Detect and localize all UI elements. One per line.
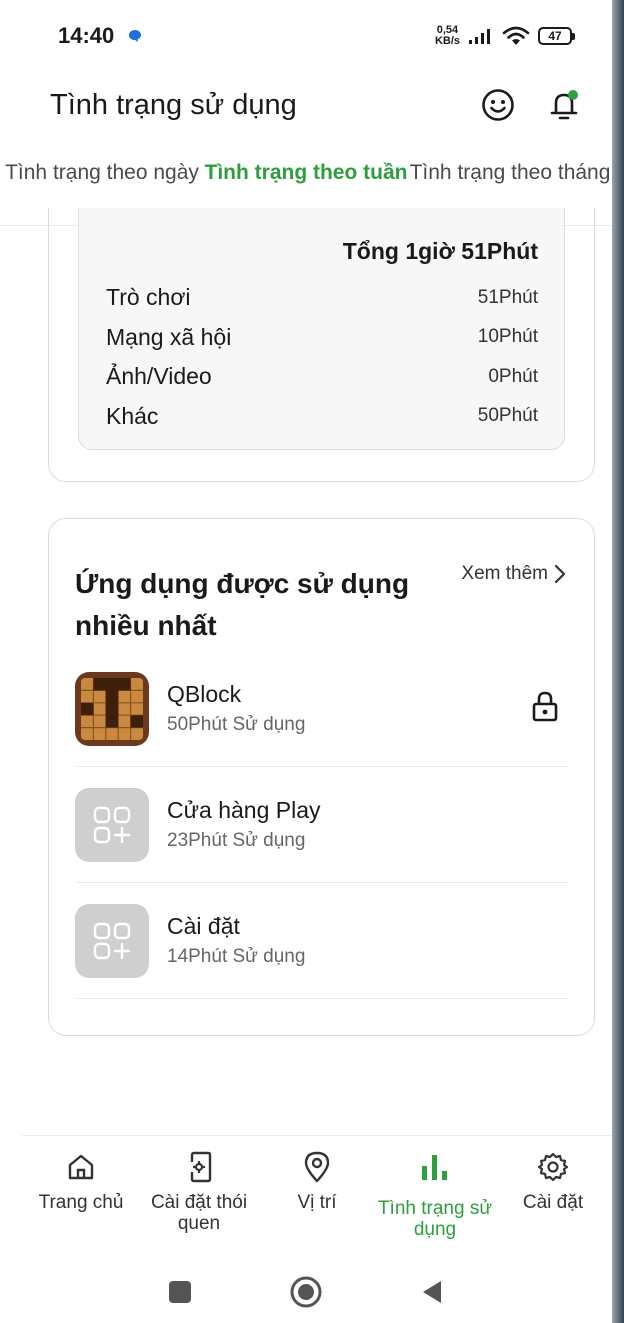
list-item[interactable]: Cài đặt 14Phút Sử dụng (75, 883, 568, 999)
location-pin-icon (300, 1150, 334, 1184)
see-more-link[interactable]: Xem thêm (461, 563, 566, 585)
category-row: Mạng xã hội 10Phút (106, 318, 538, 358)
list-item[interactable]: Cửa hàng Play 23Phút Sử dụng (75, 767, 568, 883)
recents-button[interactable] (162, 1274, 198, 1310)
home-system-button[interactable] (288, 1274, 324, 1310)
app-name: Cửa hàng Play (167, 797, 321, 823)
page-title: Tình trạng sử dụng (50, 88, 297, 121)
lock-icon (532, 691, 558, 722)
category-name: Mạng xã hội (106, 323, 232, 350)
smiley-icon (482, 89, 514, 121)
app-text: QBlock 50Phút Sử dụng (167, 681, 305, 736)
notifications-button[interactable] (546, 87, 582, 123)
most-used-title: Ứng dụng được sử dụng nhiều nhất (75, 568, 410, 641)
category-name: Trò chơi (106, 284, 191, 311)
app-placeholder-icon (75, 787, 149, 862)
chevron-right-icon (554, 564, 566, 584)
feedback-button[interactable] (480, 87, 516, 123)
app-usage: 14Phút Sử dụng (167, 946, 306, 967)
nav-home[interactable]: Trang chủ (22, 1136, 140, 1253)
see-more-label: Xem thêm (461, 563, 548, 584)
circle-icon (290, 1276, 322, 1307)
app-text: Cài đặt 14Phút Sử dụng (167, 913, 305, 968)
screen-edge (612, 0, 624, 1323)
app-usage: 23Phút Sử dụng (167, 830, 306, 851)
lock-app-button[interactable] (528, 689, 562, 723)
status-bar: 14:40 0,54 KB/s 47 (0, 0, 612, 72)
app-bar-actions (480, 87, 582, 123)
category-value: 10Phút (477, 326, 538, 348)
category-row: Trò chơi 51Phút (106, 278, 538, 318)
category-name: Ảnh/Video (106, 363, 212, 390)
nav-label: Trang chủ (38, 1192, 124, 1213)
network-speed-unit: KB/s (434, 35, 460, 47)
app-name: Cài đặt (167, 913, 240, 939)
app-bar: Tình trạng sử dụng (0, 72, 612, 138)
gear-icon (536, 1150, 570, 1184)
nav-label: Vị trí (297, 1192, 337, 1213)
back-button[interactable] (414, 1274, 450, 1310)
app-placeholder-icon (75, 903, 149, 978)
nav-location[interactable]: Vị trí (258, 1136, 376, 1253)
triangle-back-icon (423, 1280, 441, 1303)
total-usage: Tổng 1giờ 51Phút (342, 238, 538, 264)
bar-chart-icon (418, 1150, 452, 1184)
nav-usage-status[interactable]: Tình trạng sử dụng (376, 1136, 494, 1253)
nav-habit-settings[interactable]: Cài đặt thói quen (140, 1136, 258, 1253)
status-indicators: 0,54 KB/s 47 (435, 25, 575, 47)
network-speed: 0,54 KB/s (435, 25, 460, 47)
category-value: 0Phút (488, 365, 538, 387)
status-time: 14:40 (58, 23, 115, 48)
square-icon (169, 1280, 191, 1303)
nav-settings[interactable]: Cài đặt (494, 1136, 612, 1253)
app-text: Cửa hàng Play 23Phút Sử dụng (167, 797, 321, 852)
system-navigation (0, 1260, 612, 1323)
signal-icon (469, 29, 490, 44)
category-row: Khác 50Phút (106, 397, 538, 437)
app-name: QBlock (167, 681, 242, 707)
nav-label: Cài đặt thói quen (150, 1192, 248, 1234)
category-row: Ảnh/Video 0Phút (106, 357, 538, 397)
list-item[interactable]: QBlock 50Phút Sử dụng (75, 651, 568, 767)
category-list: Trò chơi 51Phút Mạng xã hội 10Phút Ảnh/V… (106, 278, 538, 436)
battery-indicator: 47 (538, 27, 575, 45)
app-usage: 50Phút Sử dụng (167, 714, 306, 735)
home-icon (64, 1150, 98, 1184)
message-notification-icon (129, 30, 142, 42)
category-name: Khác (106, 402, 159, 429)
phone-settings-icon (182, 1150, 216, 1184)
category-value: 50Phút (477, 405, 538, 427)
nav-label: Tình trạng sử dụng (377, 1198, 493, 1240)
bottom-navigation: Trang chủ Cài đặt thói quen Vị trí Tình … (22, 1135, 612, 1253)
most-used-apps-card: Ứng dụng được sử dụng nhiều nhất Xem thê… (48, 518, 595, 1036)
wifi-icon (502, 26, 530, 45)
most-used-app-list: QBlock 50Phút Sử dụng Cửa hàng Play 23Ph… (75, 651, 568, 999)
bell-icon (550, 90, 578, 120)
qblock-icon (75, 671, 149, 746)
nav-label: Cài đặt (522, 1192, 584, 1213)
category-value: 51Phút (477, 286, 538, 308)
